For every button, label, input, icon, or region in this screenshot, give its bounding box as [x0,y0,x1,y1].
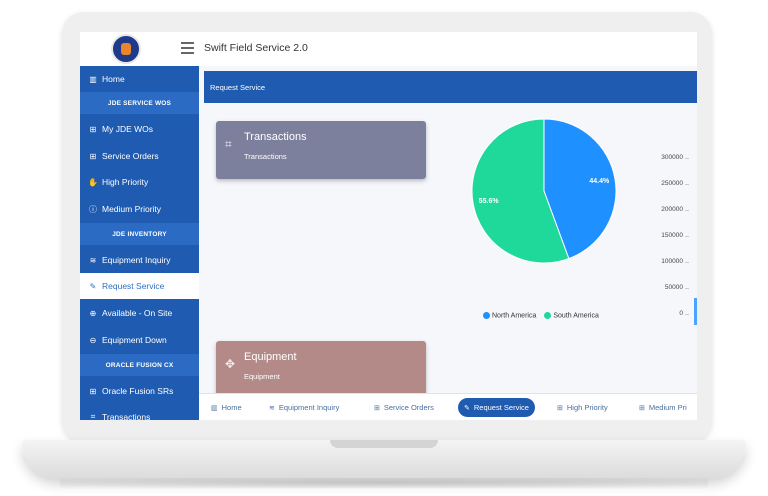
pie-chart-svg: 44.4% 55.6% [471,118,617,264]
tab-high-priority[interactable]: ⊞ High Priority [551,398,614,417]
card-subtitle: Equipment [244,372,280,381]
sidebar-item-label: Available - On Site [102,308,173,318]
pencil-icon: ✎ [89,281,97,291]
top-bar: Swift Field Service 2.0 [80,32,697,67]
bar-chart-icon: ▥ [211,404,218,412]
main-content: Request Service ⌗ Transactions Transacti… [199,66,697,420]
sidebar-item-transactions[interactable]: ⌗ Transactions [80,404,199,420]
sidebar-item-request-service[interactable]: ✎ Request Service [80,273,199,299]
tab-home[interactable]: ▥ Home [205,398,248,417]
card-title: Equipment [244,351,297,363]
laptop-shadow [60,478,708,488]
card-title: Transactions [244,131,307,143]
sidebar-item-label: Medium Priority [102,204,162,214]
equipment-card[interactable]: ✥ Equipment Equipment [216,341,426,399]
grid-icon: ⊞ [89,124,97,134]
app-logo[interactable] [111,34,141,64]
sidebar-item-high-priority[interactable]: ✋ High Priority [80,169,199,195]
crop-icon: ⌗ [225,137,232,151]
sidebar-item-available-on-site[interactable]: ⊕ Available - On Site [80,300,199,326]
sidebar-item-label: Transactions [102,412,151,420]
pie-data-label: 44.4% [589,178,610,185]
info-circle-icon: ⓘ [89,204,97,214]
sidebar-item-label: Equipment Down [102,335,167,345]
tab-label: Home [221,403,242,412]
sidebar-item-label: High Priority [102,177,149,187]
sidebar-item-service-orders[interactable]: ⊞ Service Orders [80,143,199,169]
bar-chart-y-axis: 300000 250000 200000 150000 100000 50000 0 [639,154,690,328]
sidebar-item-medium-priority[interactable]: ⓘ Medium Priority [80,196,199,222]
y-axis-tick-label: 100000 [661,258,689,265]
move-icon: ✥ [225,357,236,371]
tab-label: Equipment Inquiry [278,403,340,412]
hamburger-menu-icon[interactable] [181,42,194,54]
pie-legend: North America South America [483,312,599,319]
legend-label: North America [492,312,537,320]
sidebar-item-equipment-down[interactable]: ⊖ Equipment Down [80,327,199,353]
sidebar-item-label: My JDE WOs [102,124,153,134]
sidebar-section-header: ORACLE FUSION CX [80,354,199,376]
grid-icon: ⊞ [639,404,645,412]
pencil-icon: ✎ [464,404,470,412]
sidebar-item-oracle-fusion-srs[interactable]: ⊞ Oracle Fusion SRs [80,378,199,404]
sidebar-item-label: Home [102,74,125,84]
tab-label: High Priority [566,403,608,412]
sidebar-section-header: JDE SERVICE WOS [80,92,199,114]
pie-data-label: 55.6% [479,198,500,205]
grid-icon: ⊞ [89,386,97,396]
sidebar-section-header: JDE INVENTORY [80,223,199,245]
bottom-tab-bar: ▥ Home ≋ Equipment Inquiry ⊞ Service Ord… [199,393,697,420]
laptop-notch [330,440,438,448]
sidebar-item-equipment-inquiry[interactable]: ≋ Equipment Inquiry [80,247,199,273]
y-axis-tick-label: 250000 [661,180,689,187]
transactions-card[interactable]: ⌗ Transactions Transactions [216,121,426,179]
layers-icon: ≋ [269,404,275,412]
tab-service-orders[interactable]: ⊞ Service Orders [368,398,440,417]
y-axis-tick-label: 150000 [661,232,689,239]
tab-label: Medium Pri [648,403,687,412]
hand-icon: ✋ [88,177,98,187]
tab-request-service[interactable]: ✎ Request Service [458,398,535,417]
app-title: Swift Field Service 2.0 [204,42,308,54]
crop-icon: ⌗ [90,412,96,420]
sidebar-item-home[interactable]: ▥ Home [80,66,199,92]
bar-chart-bar[interactable] [694,298,697,325]
layers-icon: ≋ [89,255,97,265]
tab-label: Service Orders [383,403,434,412]
bar-chart-icon: ▥ [89,74,97,84]
grid-icon: ⊞ [374,404,380,412]
card-subtitle: Transactions [244,152,287,161]
tab-label: Request Service [473,403,529,412]
grid-icon: ⊞ [89,151,97,161]
sidebar-item-my-jde-wos[interactable]: ⊞ My JDE WOs [80,116,199,142]
page-banner: Request Service [204,71,697,103]
y-axis-tick-label: 0 [679,310,689,317]
y-axis-tick-label: 200000 [661,206,689,213]
app-screen: Swift Field Service 2.0 ▥ Home JDE SERVI… [80,32,697,420]
sidebar-item-label: Oracle Fusion SRs [102,386,174,396]
legend-item[interactable]: South America [544,312,599,319]
legend-label: South America [553,312,599,320]
tab-medium-priority[interactable]: ⊞ Medium Pri [633,398,693,417]
region-pie-chart: 44.4% 55.6% [469,116,619,266]
sidebar: ▥ Home JDE SERVICE WOS ⊞ My JDE WOs ⊞ Se… [80,66,199,420]
sidebar-item-label: Request Service [102,281,165,291]
grid-icon: ⊞ [557,404,563,412]
arrow-down-circle-icon: ⊖ [89,335,97,345]
y-axis-tick-label: 300000 [661,154,689,161]
arrow-up-circle-icon: ⊕ [89,308,97,318]
sidebar-item-label: Service Orders [102,151,159,161]
tab-equipment-inquiry[interactable]: ≋ Equipment Inquiry [263,398,345,417]
sidebar-item-label: Equipment Inquiry [102,255,171,265]
y-axis-tick-label: 50000 [664,284,690,291]
legend-item[interactable]: North America [483,312,536,319]
